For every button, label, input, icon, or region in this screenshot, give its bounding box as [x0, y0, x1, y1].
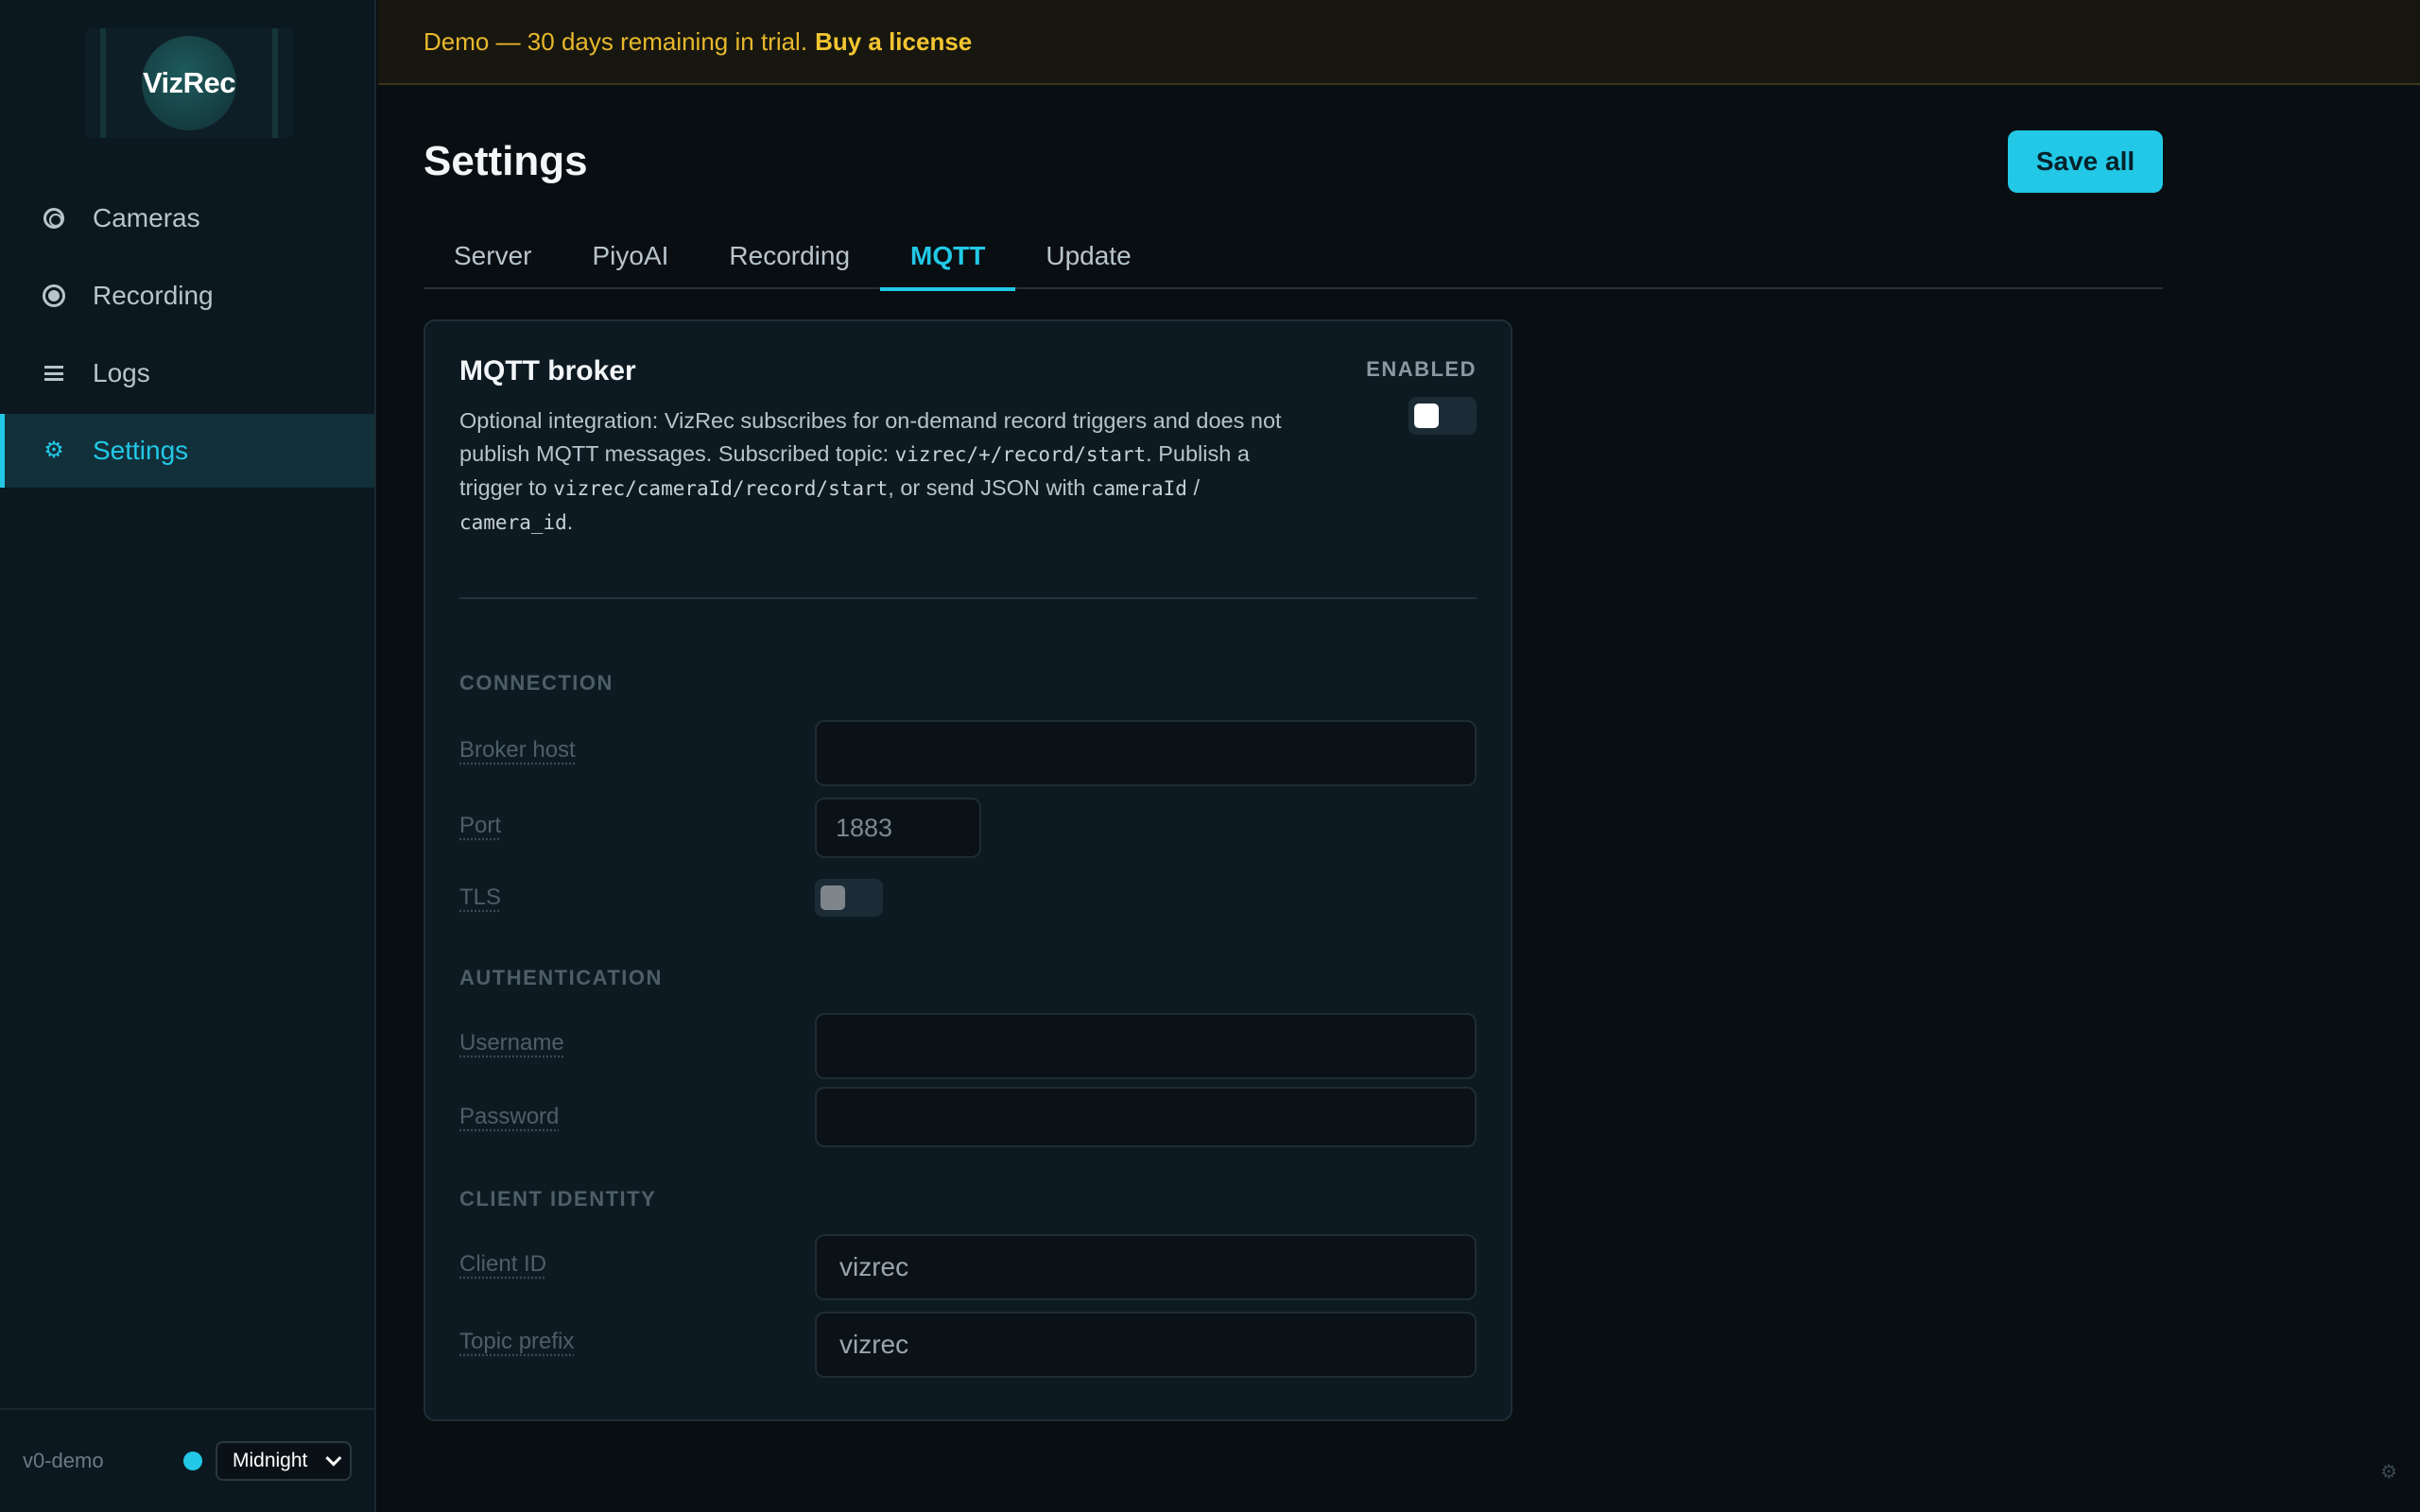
tab-mqtt[interactable]: MQTT [880, 223, 1016, 291]
subscribed-topic: vizrec/+/record/start [894, 443, 1147, 466]
page-title: Settings [424, 138, 588, 184]
sidebar: VizRec Cameras Recording Logs ⚙ Settings… [0, 0, 376, 1512]
sidebar-item-cameras[interactable]: Cameras [0, 181, 374, 255]
card-title: MQTT broker [459, 355, 636, 387]
client-id-input[interactable]: vizrec [815, 1234, 1477, 1300]
sidebar-item-settings[interactable]: ⚙ Settings [0, 414, 374, 488]
password-input[interactable] [815, 1087, 1477, 1147]
gear-icon: ⚙ [43, 438, 64, 463]
client-id-label: Client ID [459, 1251, 547, 1277]
camera-ring-icon [42, 206, 66, 231]
topic-prefix-input[interactable]: vizrec [815, 1312, 1477, 1378]
tab-piyoai[interactable]: PiyoAI [562, 223, 699, 289]
save-all-button[interactable]: Save all [2008, 130, 2163, 193]
settings-tabs: Server PiyoAI Recording MQTT Update [424, 223, 2163, 291]
trial-banner-text: Demo — 30 days remaining in trial. [424, 26, 808, 56]
theme-select[interactable]: Midnight [216, 1441, 352, 1481]
sidebar-item-label: Logs [93, 358, 150, 387]
port-input[interactable]: 1883 [815, 798, 981, 858]
record-dot-icon [42, 284, 66, 308]
json-key-camera-id: cameraId [1091, 477, 1187, 500]
section-heading-authentication: AUTHENTICATION [459, 966, 663, 989]
divider [459, 597, 1477, 599]
section-heading-client-identity: CLIENT IDENTITY [459, 1187, 657, 1211]
port-label: Port [459, 813, 502, 838]
logo-circle: VizRec [142, 36, 236, 130]
section-heading-connection: CONNECTION [459, 671, 614, 695]
sidebar-item-label: Cameras [93, 203, 200, 232]
sidebar-item-logs[interactable]: Logs [0, 336, 374, 410]
sidebar-footer: v0-demo Midnight [0, 1408, 374, 1512]
tls-label: TLS [459, 885, 502, 910]
broker-host-input[interactable] [815, 720, 1477, 786]
logo-text: VizRec [142, 66, 236, 99]
theme-select-value: Midnight [233, 1450, 308, 1471]
trial-banner: Demo — 30 days remaining in trial. Buy a… [378, 0, 2420, 85]
tab-recording[interactable]: Recording [699, 223, 880, 289]
username-label: Username [459, 1030, 564, 1056]
tab-server[interactable]: Server [424, 223, 562, 289]
status-dot-icon [183, 1452, 202, 1470]
list-lines-icon [42, 361, 66, 386]
logo[interactable]: VizRec [85, 28, 293, 138]
version-label: v0-demo [23, 1449, 104, 1472]
json-key-camera-id-snake: camera_id [459, 511, 567, 534]
sidebar-item-label: Settings [93, 436, 189, 465]
sidebar-nav: Cameras Recording Logs ⚙ Settings [0, 181, 374, 491]
sidebar-item-recording[interactable]: Recording [0, 259, 374, 333]
tab-update[interactable]: Update [1015, 223, 1161, 289]
toggle-knob [1414, 404, 1439, 428]
enabled-toggle[interactable] [1409, 397, 1477, 435]
corner-gear-icon[interactable]: ⚙ [2380, 1460, 2397, 1484]
tls-toggle[interactable] [815, 879, 883, 917]
toggle-knob [821, 885, 845, 910]
sidebar-item-label: Recording [93, 281, 214, 310]
enabled-label: ENABLED [1366, 357, 1477, 381]
password-label: Password [459, 1104, 560, 1129]
topic-prefix-label: Topic prefix [459, 1329, 575, 1354]
card-description: Optional integration: VizRec subscribes … [459, 408, 1282, 534]
chevron-down-icon [325, 1450, 342, 1467]
broker-host-label: Broker host [459, 737, 576, 763]
trigger-topic: vizrec/cameraId/record/start [553, 477, 889, 500]
mqtt-broker-card: MQTT broker Optional integration: VizRec… [424, 319, 1512, 1421]
buy-license-link[interactable]: Buy a license [815, 27, 972, 57]
username-input[interactable] [815, 1013, 1477, 1079]
